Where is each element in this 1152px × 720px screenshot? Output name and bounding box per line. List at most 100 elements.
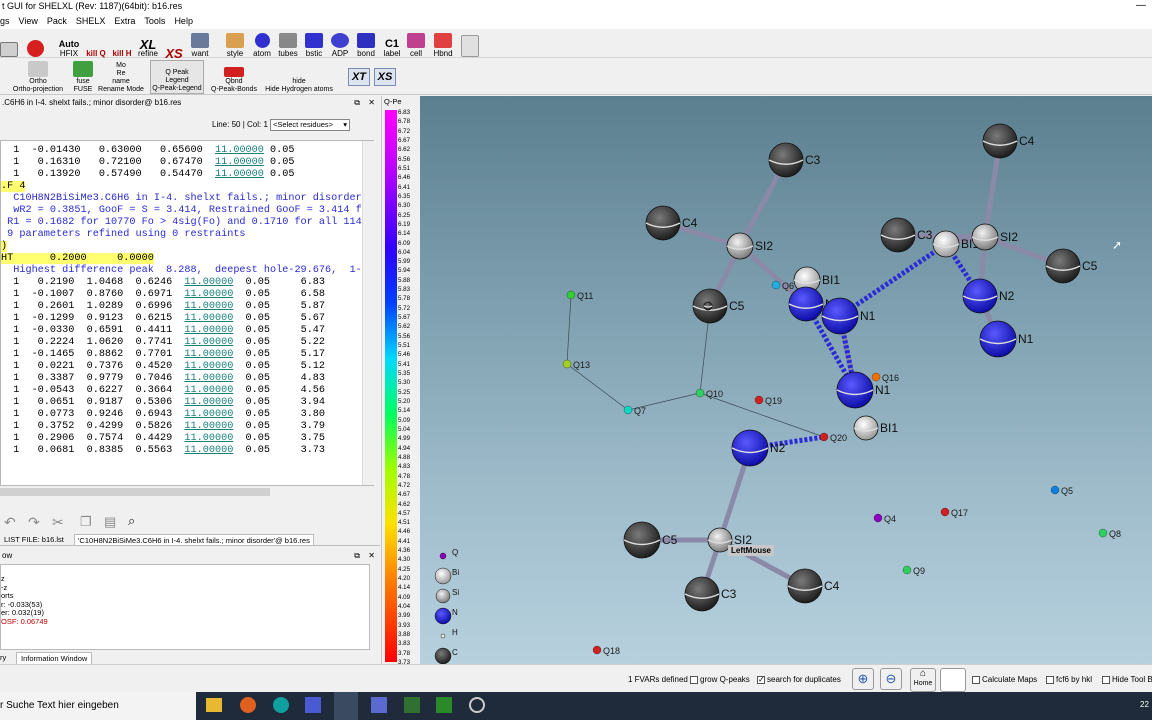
float-icon[interactable]: ⧉ bbox=[354, 97, 360, 109]
atom-q8[interactable] bbox=[1098, 528, 1108, 538]
hide-hydrogen-button[interactable]: hide Hide Hydrogen atoms bbox=[262, 60, 336, 94]
menu-tools[interactable]: Tools bbox=[144, 14, 165, 29]
xs-toolbar-button[interactable]: XS bbox=[374, 68, 396, 86]
atom-q9[interactable] bbox=[902, 565, 912, 575]
redo-icon[interactable]: ↷ bbox=[28, 514, 40, 531]
editor-horizontal-scrollbar[interactable] bbox=[0, 486, 362, 498]
float-icon[interactable]: ⧉ bbox=[354, 550, 360, 562]
search-icon[interactable]: ⌕ bbox=[128, 513, 135, 529]
undo-icon[interactable]: ↶ bbox=[4, 514, 16, 531]
style-button[interactable]: style bbox=[222, 30, 248, 58]
refine-button[interactable]: XL refine bbox=[136, 30, 160, 58]
menu-extra[interactable]: Extra bbox=[114, 14, 135, 29]
editor-vertical-scrollbar[interactable] bbox=[362, 141, 374, 485]
atom-q6[interactable] bbox=[771, 280, 781, 290]
kill-h-button[interactable]: kill H bbox=[110, 30, 134, 58]
open-button[interactable] bbox=[0, 30, 18, 58]
notepad-icon[interactable] bbox=[436, 697, 452, 713]
molecule-rendering[interactable]: C3 C4 SI2 C5 BI1 Q6 N2 N1 C4 C3 BI1 SI2 C5 N2 N1 Q11 Q13… bbox=[420, 96, 1152, 664]
ortho-projection-button[interactable]: Ortho Ortho-projection bbox=[10, 60, 66, 94]
bond-button[interactable]: bond bbox=[354, 30, 378, 58]
atom-si2[interactable] bbox=[971, 223, 999, 251]
app2-icon[interactable] bbox=[371, 697, 387, 713]
atom-c3[interactable] bbox=[880, 217, 916, 253]
atom-n1[interactable] bbox=[836, 371, 874, 409]
close-icon[interactable]: ✕ bbox=[368, 97, 375, 109]
legend-button[interactable] bbox=[460, 30, 480, 58]
xt-button[interactable]: XT bbox=[348, 68, 370, 86]
system-tray-icons[interactable] bbox=[1010, 700, 1130, 712]
app-icon[interactable] bbox=[273, 697, 289, 713]
atom-n2[interactable] bbox=[962, 278, 998, 314]
atom-q10[interactable] bbox=[695, 388, 705, 398]
atom-bi1[interactable] bbox=[932, 230, 960, 258]
explorer-icon[interactable] bbox=[206, 698, 222, 712]
zoom-in-icon[interactable]: ⊕ bbox=[852, 668, 874, 690]
label-button[interactable]: C1 label bbox=[380, 30, 404, 59]
mouse-mode-icon[interactable] bbox=[940, 668, 966, 692]
occupancy-link[interactable]: 11.00000 bbox=[184, 361, 233, 372]
occupancy-link[interactable]: 11.00000 bbox=[184, 433, 233, 444]
occupancy-link[interactable]: 11.00000 bbox=[184, 421, 233, 432]
copy-icon[interactable]: ❐ bbox=[80, 514, 92, 530]
atom-c3[interactable] bbox=[768, 142, 804, 178]
adp-button[interactable]: ADP bbox=[328, 30, 352, 58]
occupancy-link[interactable]: 11.00000 bbox=[184, 373, 233, 384]
rename-mode-button[interactable]: Mo Re name Rename Mode bbox=[98, 60, 144, 94]
atom-si2[interactable] bbox=[726, 232, 754, 260]
fcf6-checkbox[interactable]: fcf6 by hkl bbox=[1046, 675, 1092, 684]
home-button[interactable]: ⌂ Home bbox=[910, 668, 936, 692]
atom-q19[interactable] bbox=[754, 395, 764, 405]
q-peak-bonds-button[interactable]: Qbnd Q-Peak-Bonds bbox=[208, 60, 260, 94]
menu-settings[interactable]: gs bbox=[0, 14, 10, 29]
calculate-maps-checkbox[interactable]: Calculate Maps bbox=[972, 675, 1037, 684]
atom-c3[interactable] bbox=[684, 576, 720, 612]
atom-q5[interactable] bbox=[1050, 485, 1060, 495]
occupancy-link[interactable]: 11.00000 bbox=[215, 145, 264, 156]
cut-icon[interactable]: ✂ bbox=[52, 514, 64, 531]
tab-history[interactable]: ry bbox=[0, 653, 6, 662]
menu-view[interactable]: View bbox=[19, 14, 38, 29]
grow-q-peaks-checkbox[interactable]: grow Q-peaks bbox=[690, 675, 750, 684]
res-file-editor[interactable]: 1 -0.01430 0.63000 0.65600 11.00000 0.05… bbox=[0, 140, 374, 486]
bstic-button[interactable]: bstic bbox=[302, 30, 326, 58]
atom-c4[interactable] bbox=[982, 123, 1018, 159]
menu-shelx[interactable]: SHELX bbox=[76, 14, 106, 29]
occupancy-link[interactable]: 11.00000 bbox=[184, 349, 233, 360]
atom-n2[interactable] bbox=[731, 429, 769, 467]
occupancy-link[interactable]: 11.00000 bbox=[184, 277, 233, 288]
atom-bi1[interactable] bbox=[853, 415, 879, 441]
paste-icon[interactable]: ▤ bbox=[104, 514, 116, 530]
shelxle-icon[interactable] bbox=[305, 697, 321, 713]
occupancy-link[interactable]: 11.00000 bbox=[184, 313, 233, 324]
firefox-icon[interactable] bbox=[240, 697, 256, 713]
atom-c5[interactable] bbox=[623, 521, 661, 559]
occupancy-link[interactable]: 11.00000 bbox=[184, 445, 233, 456]
fuse-button[interactable]: fuse FUSE bbox=[70, 60, 96, 94]
cell-button[interactable]: cell bbox=[406, 30, 426, 58]
info-scrollbar[interactable] bbox=[370, 564, 380, 650]
occupancy-link[interactable]: 11.00000 bbox=[184, 289, 233, 300]
atom-q20[interactable] bbox=[819, 432, 829, 442]
occupancy-link[interactable]: 11.00000 bbox=[215, 157, 264, 168]
zoom-out-icon[interactable]: ⊖ bbox=[880, 668, 902, 690]
tab-res-file[interactable]: 'C10H8N2BiSiMe3.C6H6 in I-4. shelxt fail… bbox=[74, 534, 314, 546]
kill-q-button[interactable]: kill Q bbox=[84, 30, 108, 58]
atom-q16[interactable] bbox=[871, 372, 881, 382]
occupancy-link[interactable]: 11.00000 bbox=[184, 337, 233, 348]
want-button[interactable]: want bbox=[188, 30, 212, 58]
tab-list-file[interactable]: LIST FILE: b16.lst bbox=[4, 535, 64, 544]
menu-pack[interactable]: Pack bbox=[47, 14, 67, 29]
atom-q18[interactable] bbox=[592, 645, 602, 655]
search-duplicates-checkbox[interactable]: ✓ search for duplicates bbox=[757, 675, 841, 684]
atom-c4[interactable] bbox=[645, 205, 681, 241]
scroll-thumb[interactable] bbox=[0, 488, 270, 496]
occupancy-link[interactable]: 11.00000 bbox=[215, 169, 264, 180]
xs-button[interactable]: XS bbox=[162, 30, 186, 60]
occupancy-link[interactable]: 11.00000 bbox=[184, 385, 233, 396]
occupancy-link[interactable]: 11.00000 bbox=[184, 301, 233, 312]
atom-q13[interactable] bbox=[562, 359, 572, 369]
shelxle-active-icon[interactable] bbox=[334, 692, 358, 720]
minimize-button[interactable]: — bbox=[1136, 0, 1146, 11]
menu-help[interactable]: Help bbox=[174, 14, 193, 29]
